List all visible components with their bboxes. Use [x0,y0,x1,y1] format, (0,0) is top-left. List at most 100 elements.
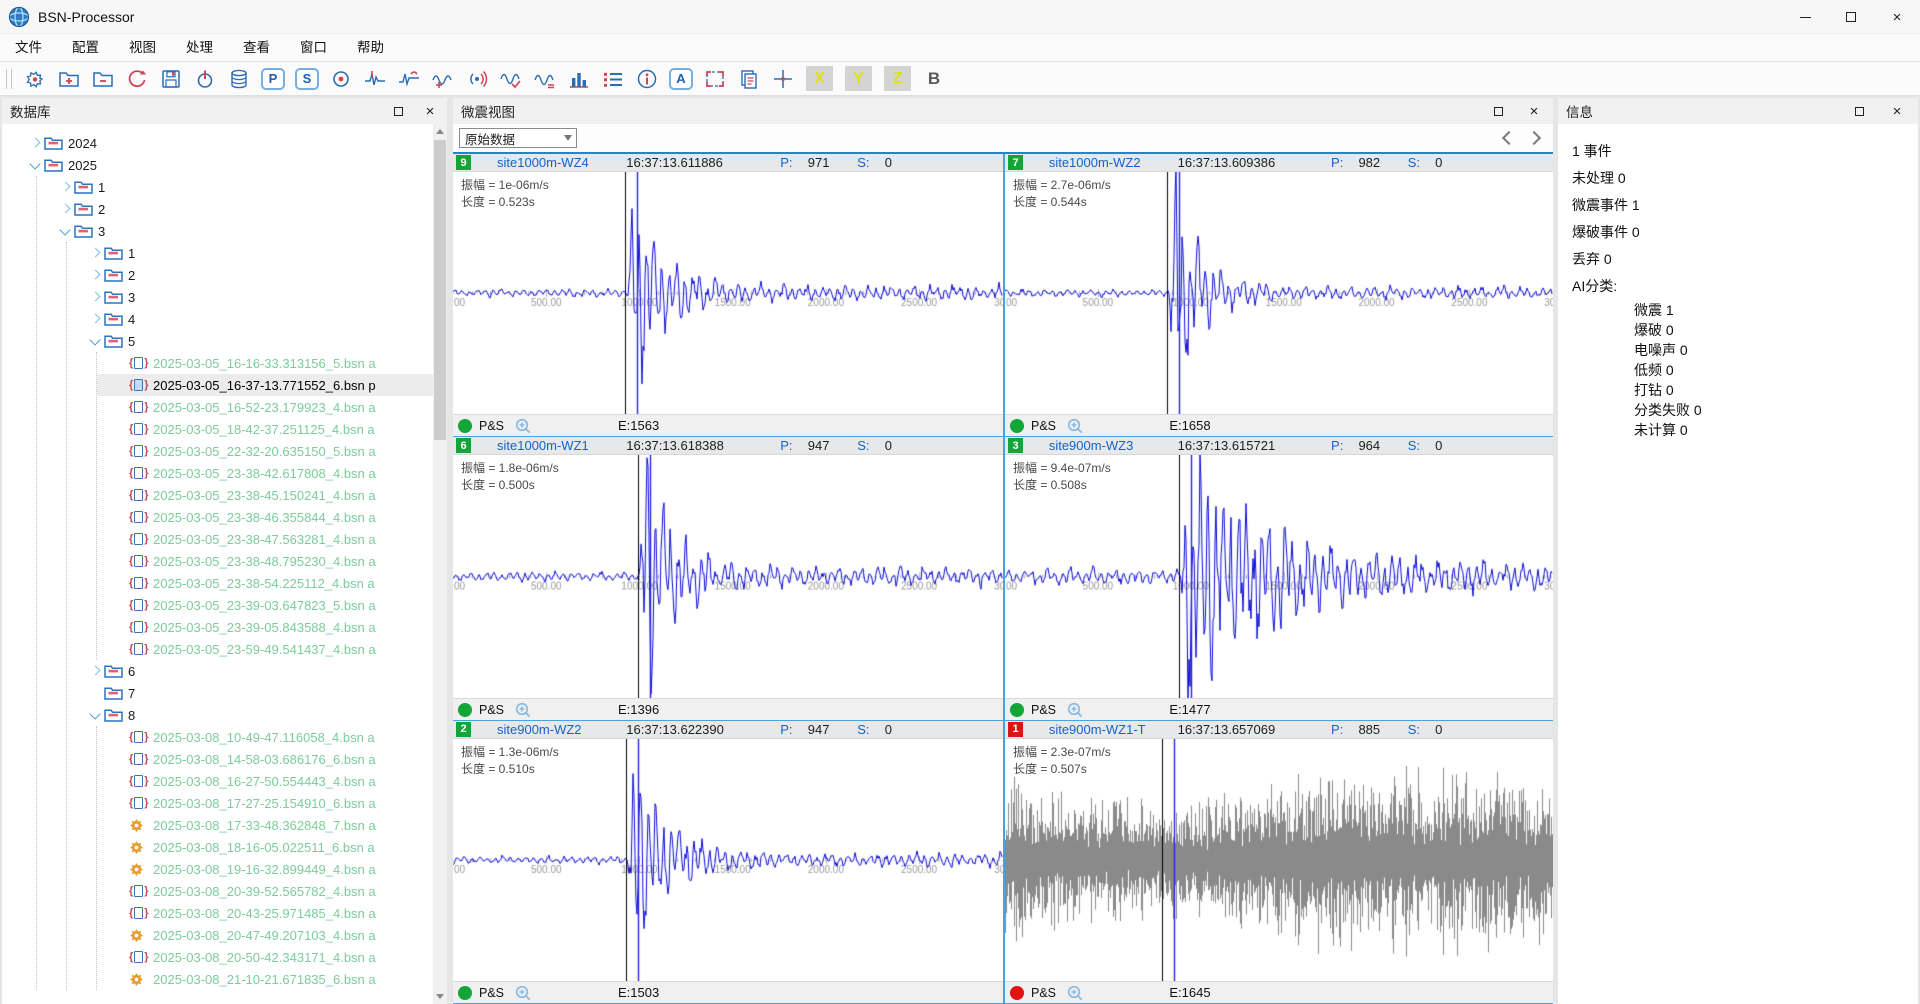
tree-file-item[interactable]: {}2025-03-05_16-37-13.771552_6.bsn p [97,374,433,396]
waveform-panel-6[interactable]: 1site900m-WZ1-T16:37:13.657069P:885S:0振幅… [1003,721,1553,1004]
scroll-down-icon[interactable] [433,989,447,1004]
tree-file-item[interactable]: {}2025-03-05_23-38-45.150241_4.bsn a [97,484,433,506]
toolbar-grip[interactable] [6,69,12,89]
tree-file-item[interactable]: 2025-03-08_17-33-48.362848_7.bsn a [97,814,433,836]
denoise-icon[interactable] [462,65,492,93]
ps-toggle[interactable]: P&S [479,699,504,721]
event-list-icon[interactable] [598,65,628,93]
crosshair-icon[interactable] [768,65,798,93]
tree-file-item[interactable]: {}2025-03-08_20-50-42.343171_4.bsn a [97,946,433,968]
waveform-panel-3[interactable]: 6site1000m-WZ116:37:13.618388P:947S:0振幅 … [453,437,1003,720]
maximize-button[interactable] [1828,0,1874,34]
ps-toggle[interactable]: P&S [479,982,504,1004]
tree-folder-item[interactable]: 8 [67,704,433,726]
menu-item-2[interactable]: 视图 [114,34,171,62]
waveform-plot[interactable]: 振幅 = 2.7e-06m/s长度 = 0.544s [1005,172,1553,414]
tree-folder-item[interactable]: 2 [67,264,433,286]
tree-scrollbar-thumb[interactable] [434,140,446,440]
menu-item-5[interactable]: 窗口 [285,34,342,62]
locate-icon[interactable] [326,65,356,93]
waveform-close-button[interactable]: × [1519,98,1549,124]
expand-arrow-icon[interactable] [58,201,74,217]
close-button[interactable]: × [1874,0,1920,34]
waveform-plot[interactable]: 振幅 = 9.4e-07m/s长度 = 0.508s [1005,455,1553,697]
collapse-arrow-icon[interactable] [58,223,74,239]
tree-file-item[interactable]: {}2025-03-08_16-27-50.554443_4.bsn a [97,770,433,792]
wave-review-icon[interactable] [428,65,458,93]
wave-adjust-icon[interactable] [394,65,424,93]
data-mode-select[interactable]: 原始数据 [459,128,577,148]
tree-folder-item[interactable]: 6 [67,660,433,682]
next-event-button[interactable] [1529,133,1539,143]
expand-arrow-icon[interactable] [88,245,104,261]
tree-file-item[interactable]: {}2025-03-05_23-39-03.647823_5.bsn a [97,594,433,616]
minimize-button[interactable] [1782,0,1828,34]
expand-arrow-icon[interactable] [88,663,104,679]
tree-folder-item[interactable]: 4 [67,308,433,330]
zoom-in-icon[interactable] [515,702,532,721]
zoom-in-icon[interactable] [1067,418,1084,437]
expand-arrow-icon[interactable] [88,289,104,305]
report-icon[interactable] [734,65,764,93]
menu-item-6[interactable]: 帮助 [342,34,399,62]
tree-file-item[interactable]: {}2025-03-05_23-59-49.541437_4.bsn a [97,638,433,660]
tree-file-item[interactable]: {}2025-03-05_16-52-23.179923_4.bsn a [97,396,433,418]
tree-file-item[interactable]: {}2025-03-05_18-42-37.251125_4.bsn a [97,418,433,440]
tree-file-item[interactable]: {}2025-03-08_17-27-25.154910_6.bsn a [97,792,433,814]
ps-toggle[interactable]: P&S [1031,699,1056,721]
prev-event-button[interactable] [1501,133,1511,143]
tree-file-item[interactable]: 2025-03-08_20-47-49.207103_4.bsn a [97,924,433,946]
ps-toggle[interactable]: P&S [1031,982,1056,1004]
collapse-arrow-icon[interactable] [88,333,104,349]
bold-b-button[interactable]: B [919,65,949,93]
info-icon[interactable] [632,65,662,93]
wave-filter-icon[interactable] [496,65,526,93]
menu-item-4[interactable]: 查看 [228,34,285,62]
axis-z-button[interactable]: Z [884,66,911,91]
p-pick-button[interactable]: P [258,65,288,93]
wave-pick-icon[interactable] [360,65,390,93]
info-close-button[interactable]: × [1882,98,1912,124]
tree-file-item[interactable]: {}2025-03-05_23-38-54.225112_4.bsn a [97,572,433,594]
save-icon[interactable] [156,65,186,93]
tree-folder-item[interactable]: 2024 [2,132,433,154]
waveform-plot[interactable]: 振幅 = 1e-06m/s长度 = 0.523s [453,172,1003,414]
zoom-in-icon[interactable] [1067,985,1084,1004]
ps-toggle[interactable]: P&S [479,415,504,437]
tree-file-item[interactable]: {}2025-03-08_14-58-03.686176_6.bsn a [97,748,433,770]
waveform-plot[interactable]: 振幅 = 2.3e-07m/s长度 = 0.507s [1005,739,1553,981]
tree-folder-item[interactable]: 3 [67,286,433,308]
expand-arrow-icon[interactable] [28,135,44,151]
tree-folder-item[interactable]: 3 [37,220,433,242]
tree-folder-item[interactable]: 2 [37,198,433,220]
tree-folder-item[interactable]: 1 [67,242,433,264]
database-icon[interactable] [224,65,254,93]
region-select-icon[interactable] [700,65,730,93]
folder-edit-icon[interactable] [88,65,118,93]
tree-file-item[interactable]: {}2025-03-05_23-38-46.355844_4.bsn a [97,506,433,528]
settings-gear-icon[interactable] [20,65,50,93]
tree-scrollbar[interactable] [433,124,447,1004]
expand-arrow-icon[interactable] [58,179,74,195]
menu-item-1[interactable]: 配置 [57,34,114,62]
zoom-in-icon[interactable] [1067,702,1084,721]
menu-item-3[interactable]: 处理 [171,34,228,62]
scroll-up-icon[interactable] [433,124,447,139]
zoom-in-icon[interactable] [515,985,532,1004]
zoom-in-icon[interactable] [515,418,532,437]
folder-new-icon[interactable] [54,65,84,93]
tree-file-item[interactable]: {}2025-03-08_20-43-25.971485_4.bsn a [97,902,433,924]
waveform-panel-4[interactable]: 3site900m-WZ316:37:13.615721P:964S:0振幅 =… [1003,437,1553,720]
collapse-arrow-icon[interactable] [88,707,104,723]
axis-y-button[interactable]: Y [845,66,872,91]
collapse-arrow-icon[interactable] [28,157,44,173]
label-a-button[interactable]: A [666,65,696,93]
waveform-panel-1[interactable]: 9site1000m-WZ416:37:13.611886P:971S:0振幅 … [453,154,1003,437]
menu-item-0[interactable]: 文件 [0,34,57,62]
tree-file-item[interactable]: 2025-03-08_19-16-32.899449_4.bsn a [97,858,433,880]
waveform-panel-2[interactable]: 7site1000m-WZ216:37:13.609386P:982S:0振幅 … [1003,154,1553,437]
s-pick-button[interactable]: S [292,65,322,93]
tree-folder-item[interactable]: 1 [37,176,433,198]
expand-arrow-icon[interactable] [88,311,104,327]
tree-file-item[interactable]: {}2025-03-08_10-49-47.116058_4.bsn a [97,726,433,748]
